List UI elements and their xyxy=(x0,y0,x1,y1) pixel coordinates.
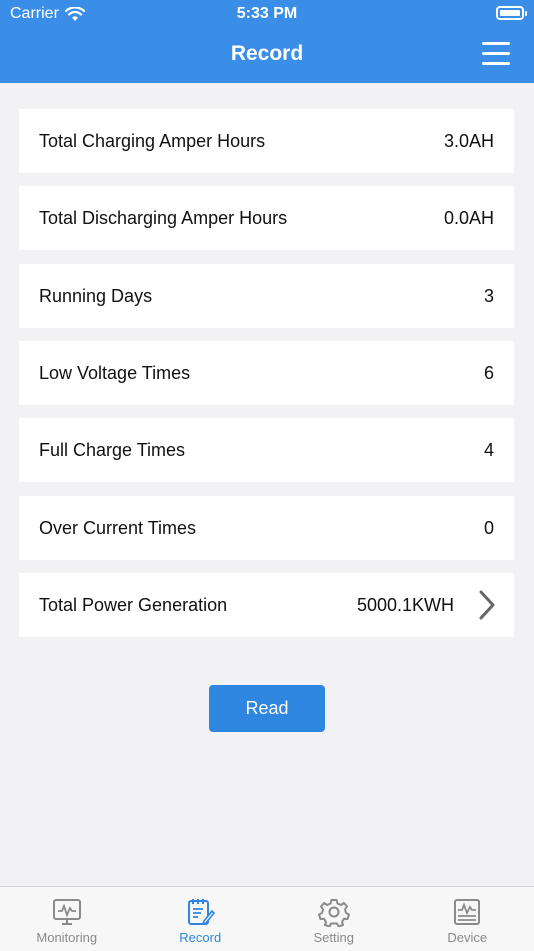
record-label: Total Power Generation xyxy=(39,595,227,616)
record-value: 3.0AH xyxy=(444,131,494,152)
app-header: Carrier 5:33 PM Record xyxy=(0,0,534,83)
monitor-chart-icon xyxy=(51,897,83,927)
battery-icon xyxy=(496,6,524,20)
record-label: Running Days xyxy=(39,286,152,307)
page-title: Record xyxy=(0,42,534,66)
record-value: 0 xyxy=(484,518,494,539)
record-notepad-icon xyxy=(184,897,216,927)
status-bar: Carrier 5:33 PM xyxy=(0,0,534,28)
tab-monitoring[interactable]: Monitoring xyxy=(0,887,134,951)
chevron-right-icon xyxy=(476,589,498,621)
record-value: 5000.1KWH xyxy=(357,595,454,616)
record-row-total-discharging: Total Discharging Amper Hours 0.0AH xyxy=(19,186,514,250)
hamburger-menu-icon[interactable] xyxy=(482,42,510,66)
record-row-full-charge: Full Charge Times 4 xyxy=(19,418,514,482)
tab-setting[interactable]: Setting xyxy=(267,887,401,951)
record-label: Total Charging Amper Hours xyxy=(39,131,265,152)
record-value: 0.0AH xyxy=(444,208,494,229)
device-chart-icon xyxy=(451,897,483,927)
record-row-running-days: Running Days 3 xyxy=(19,264,514,328)
record-row-over-current: Over Current Times 0 xyxy=(19,496,514,560)
tab-label: Record xyxy=(179,930,221,945)
record-value: 4 xyxy=(484,440,494,461)
tab-record[interactable]: Record xyxy=(134,887,268,951)
tab-label: Device xyxy=(447,930,487,945)
record-label: Total Discharging Amper Hours xyxy=(39,208,287,229)
tab-label: Setting xyxy=(314,930,354,945)
read-button[interactable]: Read xyxy=(209,685,325,732)
tab-device[interactable]: Device xyxy=(401,887,534,951)
record-label: Low Voltage Times xyxy=(39,363,190,384)
record-row-total-charging: Total Charging Amper Hours 3.0AH xyxy=(19,109,514,173)
tab-label: Monitoring xyxy=(36,930,97,945)
tab-bar: Monitoring Record Setting Device xyxy=(0,886,534,951)
record-value: 3 xyxy=(484,286,494,307)
record-label: Over Current Times xyxy=(39,518,196,539)
record-label: Full Charge Times xyxy=(39,440,185,461)
gear-icon xyxy=(318,897,350,927)
record-row-low-voltage: Low Voltage Times 6 xyxy=(19,341,514,405)
record-value: 6 xyxy=(484,363,494,384)
record-row-total-power-generation[interactable]: Total Power Generation 5000.1KWH xyxy=(19,573,514,637)
status-time: 5:33 PM xyxy=(0,5,534,23)
